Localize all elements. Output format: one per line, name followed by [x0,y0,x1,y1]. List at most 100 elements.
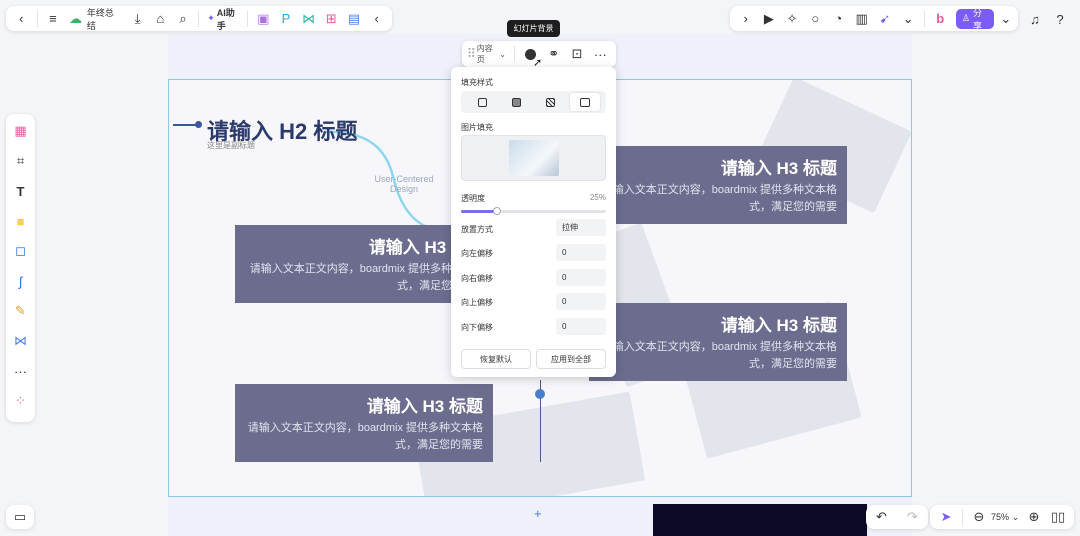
undo-icon[interactable]: ↶ [869,504,895,530]
select-tool-icon[interactable]: ➤ [934,504,958,530]
pen-icon[interactable]: ✎ [8,298,34,324]
image-app-icon[interactable]: ▣ [252,6,275,32]
cloud-sync-icon: ☁ [69,10,83,26]
zoom-level[interactable]: 75% [991,512,1009,522]
tooltip: 幻灯片背景 [507,20,560,37]
share-label: 分享 [972,7,982,31]
offset-up-label: 向上偏移 [461,298,493,307]
card-body: 请输入文本正文内容，boardmix 提供多种文本格式，满足您的需要 [249,263,485,292]
opacity-slider-fill [461,210,498,213]
opacity-slider[interactable] [461,207,606,215]
card-left-bottom[interactable]: 请输入 H3 标题 请输入文本正文内容，boardmix 提供多种文本格式，满足… [235,384,493,462]
fill-style-tabs [461,91,606,113]
add-slide-icon[interactable]: + [534,506,542,521]
doc-title[interactable]: 年终总结 [87,6,118,32]
mindmap-icon[interactable]: ⋈ [8,328,34,354]
comment-app-icon[interactable]: ▤ [343,6,366,32]
empty-square-icon [477,97,487,107]
text-icon[interactable]: T [8,178,34,204]
card-title: 请输入 H3 标题 [720,159,837,178]
tag-icon[interactable]: ⌂ [149,6,172,32]
zoom-out-icon[interactable]: ⊖ [967,504,991,530]
fill-none-option[interactable] [467,93,497,111]
play-icon[interactable]: ▶ [757,6,780,32]
comment-icon[interactable]: ○ [804,6,827,32]
page-type-dropdown[interactable]: 内容页 ⌄ [477,43,506,65]
offset-left-input[interactable]: 0 [556,244,606,261]
template-icon[interactable]: ▦ [8,118,34,144]
offset-down-label: 向下偏移 [461,323,493,332]
search-icon[interactable]: ⌕ [172,6,195,32]
share-user-icon: ♙ [961,13,970,23]
fill-gradient-option[interactable] [536,93,566,111]
flowchart-app-icon[interactable]: ⊞ [320,6,343,32]
title-accent-dot [195,121,202,128]
ai-logo-icon: ✦ [207,13,215,23]
top-right-toolbar: › ▶ ✧ ○ ◔ ▥ ➹ ⌄ b ♙ 分享 ⌄ [730,6,1018,31]
image-fill-preview[interactable] [461,135,606,181]
apps-icon[interactable]: ⁘ [8,388,34,414]
zoom-bar: ➤ ⊖ 75% ⌄ ⊕ ▯▯ [930,505,1074,529]
map-icon[interactable]: ▯▯ [1046,504,1070,530]
follow-icon[interactable]: ➹ [873,6,896,32]
left-toolbar: ▦ ⌗ T ■ ◻ ∫ ✎ ⋈ ··· ⁘ [6,114,35,422]
vote-icon[interactable]: ▥ [850,6,873,32]
more-collapse-icon[interactable]: ⌄ [897,6,920,32]
collapse-icon[interactable]: ‹ [365,6,388,32]
frame-icon[interactable]: ⌗ [8,148,34,174]
card-title: 请输入 H3 标题 [366,397,483,416]
back-icon[interactable]: ‹ [10,6,33,32]
background-fill-panel: 填充样式 图片填充 透明度 25% 放置方式 拉伸 向左偏移 0 向右偏移 0 … [451,67,616,377]
undo-redo-bar: ↶ ↷ [866,505,928,529]
reset-button[interactable]: 恢复默认 [461,349,531,369]
image-thumbnail [508,140,559,176]
transition-icon[interactable]: ⚭ [542,41,565,67]
ai-label: AI助手 [216,7,235,31]
next-slide-preview[interactable] [653,504,867,536]
share-dropdown-icon[interactable]: ⌄ [998,6,1014,32]
share-button[interactable]: ♙ 分享 [955,7,994,31]
card-right-bottom[interactable]: 请输入 H3 标题 请输入文本正文内容，boardmix 提供多种文本格式，满足… [589,303,847,381]
timer-icon[interactable]: ◔ [827,6,850,32]
sticky-note-icon[interactable]: ■ [8,208,34,234]
menu-icon[interactable]: ≡ [42,6,65,32]
user-avatar[interactable]: b [929,6,952,32]
connector-node[interactable] [535,389,545,399]
celebrate-icon[interactable]: ✧ [780,6,803,32]
offset-down-input[interactable]: 0 [556,318,606,335]
drag-handle-icon[interactable]: ⠿ [466,41,477,67]
offset-left-label: 向左偏移 [461,249,493,258]
connector-icon[interactable]: ∫ [8,268,34,294]
more-icon[interactable]: ··· [589,41,612,67]
bottom-left-toolbar: ▭ [6,505,34,529]
zoom-in-icon[interactable]: ⊕ [1022,504,1046,530]
offset-right-label: 向右偏移 [461,274,493,283]
expand-icon[interactable]: › [734,6,757,32]
bell-icon[interactable]: ♫ [1022,6,1048,32]
placement-select[interactable]: 拉伸 [556,219,606,236]
help-icon[interactable]: ? [1047,6,1073,32]
fill-image-option[interactable] [569,93,600,111]
mindmap-app-icon[interactable]: ⋈ [297,6,320,32]
fill-solid-option[interactable] [501,93,531,111]
divider [514,46,515,62]
divider [198,10,200,27]
h2-subtitle[interactable]: 这里是副标题 [207,140,255,151]
card-body: 请输入文本正文内容，boardmix 提供多种文本格式，满足您的需要 [601,341,837,370]
offset-right-input[interactable]: 0 [556,269,606,286]
download-icon[interactable]: ⤓ [126,6,149,32]
offset-up-input[interactable]: 0 [556,293,606,310]
opacity-slider-knob[interactable] [493,207,502,215]
mouse-cursor-icon: ➚ [533,57,543,69]
ai-assistant-button[interactable]: ✦ AI助手 [207,6,239,32]
shape-icon[interactable]: ◻ [8,238,34,264]
card-right-top[interactable]: 请输入 H3 标题 请输入文本正文内容，boardmix 提供多种文本格式，满足… [589,146,847,224]
presentation-app-icon[interactable]: P [275,6,298,32]
top-left-toolbar: ‹ ≡ ☁ 年终总结 ⤓ ⌂ ⌕ ✦ AI助手 ▣ P ⋈ ⊞ ▤ ‹ [6,6,392,31]
apply-all-button[interactable]: 应用到全部 [536,349,606,369]
lock-icon[interactable]: ⊡ [565,41,588,67]
redo-icon[interactable]: ↷ [900,504,926,530]
minimap-icon[interactable]: ▭ [7,504,33,530]
more-tools-icon[interactable]: ··· [8,358,34,384]
zoom-dropdown-icon[interactable]: ⌄ [1009,504,1022,530]
